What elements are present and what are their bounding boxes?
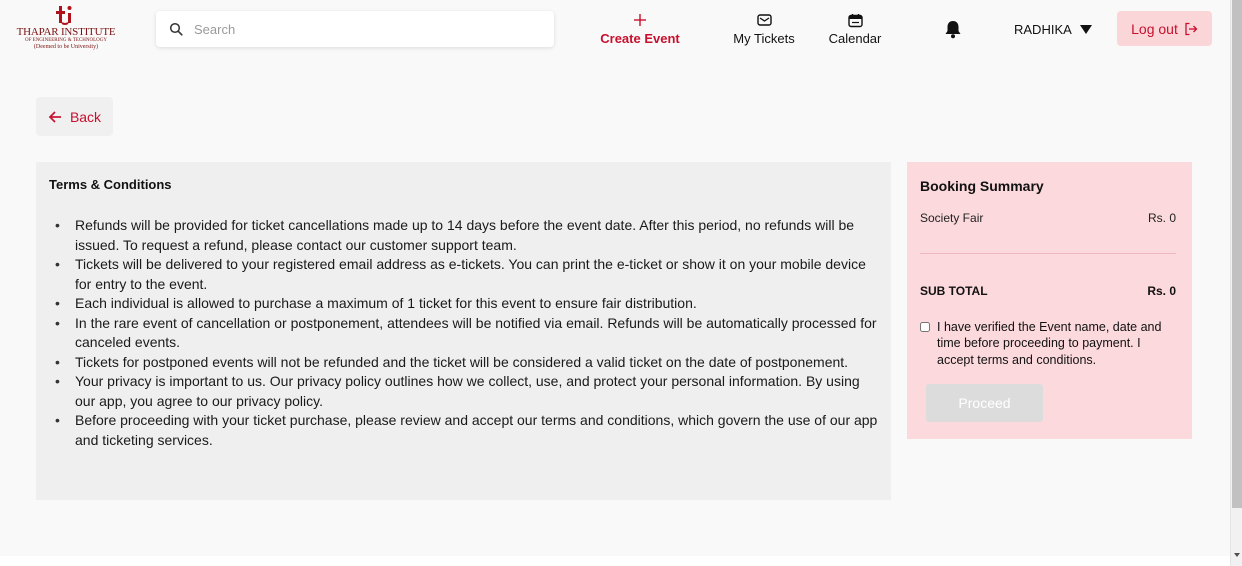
terms-item: Before proceeding with your ticket purch… (49, 411, 878, 450)
terms-title: Terms & Conditions (49, 177, 172, 192)
summary-item-price: Rs. 0 (1147, 211, 1176, 225)
agree-terms-checkbox[interactable] (920, 322, 930, 332)
nav-calendar[interactable]: Calendar (823, 12, 887, 50)
logo-deemed: (Deemed to be University) (33, 44, 99, 50)
summary-item-name: Society Fair (920, 211, 984, 225)
subtotal-value: Rs. 0 (1147, 284, 1176, 298)
ti-logo-mark-icon (56, 6, 72, 25)
search-icon (169, 22, 183, 36)
logout-icon (1185, 22, 1198, 35)
terms-panel: Terms & Conditions Refunds will be provi… (36, 162, 891, 500)
nav-create-event[interactable]: Create Event (600, 12, 680, 50)
terms-item: Tickets will be delivered to your regist… (49, 255, 878, 294)
arrow-left-icon (48, 110, 61, 123)
back-label: Back (69, 108, 102, 125)
user-menu[interactable]: RADHIKA (1014, 19, 1092, 39)
bottom-edge (0, 556, 1230, 566)
calendar-icon (847, 12, 863, 28)
search-box (156, 11, 554, 47)
nav-my-tickets-label: My Tickets (733, 31, 795, 46)
scroll-down-arrow-icon[interactable] (1234, 553, 1240, 557)
vertical-scrollbar[interactable] (1230, 0, 1242, 566)
institute-logo[interactable]: THAPAR INSTITUTE OF ENGINEERING & TECHNO… (14, 4, 118, 54)
subtotal-label: SUB TOTAL (920, 284, 988, 298)
ticket-envelope-icon (756, 12, 772, 28)
terms-item: Each individual is allowed to purchase a… (49, 294, 878, 314)
terms-item: Tickets for postponed events will not be… (49, 353, 878, 373)
booking-summary-title: Booking Summary (920, 178, 1044, 194)
nav-calendar-label: Calendar (828, 31, 882, 46)
agree-terms-text: I have verified the Event name, date and… (937, 320, 1162, 367)
nav-create-event-label: Create Event (600, 31, 680, 46)
terms-item: Refunds will be provided for ticket canc… (49, 216, 878, 255)
logout-button[interactable]: Log out (1117, 11, 1212, 46)
plus-icon (633, 12, 647, 28)
top-header: THAPAR INSTITUTE OF ENGINEERING & TECHNO… (0, 0, 1230, 58)
back-button[interactable]: Back (36, 97, 113, 136)
terms-item: In the rare event of cancellation or pos… (49, 314, 878, 353)
summary-line-item: Society Fair Rs. 0 (920, 211, 1176, 225)
terms-agreement[interactable]: I have verified the Event name, date and… (920, 319, 1176, 368)
user-name: RADHIKA (1014, 21, 1072, 37)
nav-my-tickets[interactable]: My Tickets (729, 12, 799, 50)
terms-list: Refunds will be provided for ticket canc… (49, 216, 878, 450)
booking-summary-panel: Booking Summary Society Fair Rs. 0 SUB T… (907, 162, 1192, 439)
logout-label: Log out (1131, 20, 1178, 37)
caret-down-icon (1079, 24, 1092, 34)
subtotal-row: SUB TOTAL Rs. 0 (920, 284, 1176, 298)
terms-item: Your privacy is important to us. Our pri… (49, 372, 878, 411)
notification-bell-icon[interactable] (944, 19, 962, 39)
logo-name: THAPAR INSTITUTE (16, 26, 116, 38)
scrollbar-thumb[interactable] (1232, 0, 1242, 508)
proceed-button[interactable]: Proceed (926, 384, 1043, 422)
summary-divider (920, 253, 1176, 254)
search-input[interactable] (194, 11, 544, 47)
